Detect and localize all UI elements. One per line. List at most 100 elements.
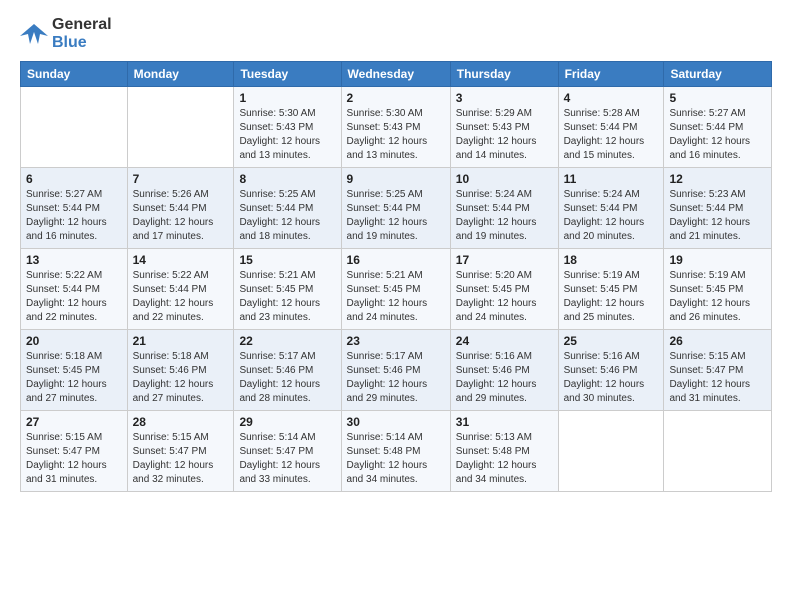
daylight-minutes: and 34 minutes. <box>456 474 527 485</box>
sunset-label: Sunset: 5:45 PM <box>456 284 530 295</box>
daylight-label: Daylight: 12 hours <box>26 217 107 228</box>
day-number: 8 <box>239 172 335 186</box>
calendar-cell: 31 Sunrise: 5:13 AM Sunset: 5:48 PM Dayl… <box>450 411 558 492</box>
calendar-cell: 4 Sunrise: 5:28 AM Sunset: 5:44 PM Dayli… <box>558 87 664 168</box>
calendar-cell: 8 Sunrise: 5:25 AM Sunset: 5:44 PM Dayli… <box>234 168 341 249</box>
sunset-label: Sunset: 5:44 PM <box>669 203 743 214</box>
day-info: Sunrise: 5:27 AM Sunset: 5:44 PM Dayligh… <box>26 188 122 244</box>
daylight-label: Daylight: 12 hours <box>669 298 750 309</box>
calendar-cell: 15 Sunrise: 5:21 AM Sunset: 5:45 PM Dayl… <box>234 249 341 330</box>
day-number: 22 <box>239 334 335 348</box>
daylight-label: Daylight: 12 hours <box>456 217 537 228</box>
sunset-label: Sunset: 5:45 PM <box>347 284 421 295</box>
daylight-minutes: and 31 minutes. <box>669 393 740 404</box>
day-info: Sunrise: 5:16 AM Sunset: 5:46 PM Dayligh… <box>564 350 659 406</box>
sunset-label: Sunset: 5:43 PM <box>456 122 530 133</box>
day-info: Sunrise: 5:15 AM Sunset: 5:47 PM Dayligh… <box>133 431 229 487</box>
daylight-minutes: and 31 minutes. <box>26 474 97 485</box>
sunrise-label: Sunrise: 5:20 AM <box>456 270 532 281</box>
sunset-label: Sunset: 5:47 PM <box>239 446 313 457</box>
sunset-label: Sunset: 5:44 PM <box>564 122 638 133</box>
calendar-cell: 29 Sunrise: 5:14 AM Sunset: 5:47 PM Dayl… <box>234 411 341 492</box>
calendar-cell: 30 Sunrise: 5:14 AM Sunset: 5:48 PM Dayl… <box>341 411 450 492</box>
calendar-table: SundayMondayTuesdayWednesdayThursdayFrid… <box>20 61 772 492</box>
logo-icon <box>20 22 48 46</box>
calendar-cell: 22 Sunrise: 5:17 AM Sunset: 5:46 PM Dayl… <box>234 330 341 411</box>
day-info: Sunrise: 5:19 AM Sunset: 5:45 PM Dayligh… <box>564 269 659 325</box>
sunset-label: Sunset: 5:43 PM <box>239 122 313 133</box>
sunrise-label: Sunrise: 5:17 AM <box>239 351 315 362</box>
day-number: 13 <box>26 253 122 267</box>
daylight-minutes: and 27 minutes. <box>26 393 97 404</box>
sunset-label: Sunset: 5:44 PM <box>564 203 638 214</box>
day-info: Sunrise: 5:17 AM Sunset: 5:46 PM Dayligh… <box>347 350 445 406</box>
sunset-label: Sunset: 5:48 PM <box>347 446 421 457</box>
calendar-week-row: 27 Sunrise: 5:15 AM Sunset: 5:47 PM Dayl… <box>21 411 772 492</box>
sunset-label: Sunset: 5:46 PM <box>133 365 207 376</box>
daylight-label: Daylight: 12 hours <box>26 379 107 390</box>
day-info: Sunrise: 5:18 AM Sunset: 5:45 PM Dayligh… <box>26 350 122 406</box>
calendar-cell: 23 Sunrise: 5:17 AM Sunset: 5:46 PM Dayl… <box>341 330 450 411</box>
calendar-cell: 3 Sunrise: 5:29 AM Sunset: 5:43 PM Dayli… <box>450 87 558 168</box>
daylight-label: Daylight: 12 hours <box>456 136 537 147</box>
calendar-cell: 20 Sunrise: 5:18 AM Sunset: 5:45 PM Dayl… <box>21 330 128 411</box>
sunrise-label: Sunrise: 5:24 AM <box>456 189 532 200</box>
daylight-label: Daylight: 12 hours <box>564 136 645 147</box>
day-info: Sunrise: 5:16 AM Sunset: 5:46 PM Dayligh… <box>456 350 553 406</box>
daylight-label: Daylight: 12 hours <box>669 217 750 228</box>
day-number: 30 <box>347 415 445 429</box>
daylight-minutes: and 13 minutes. <box>347 150 418 161</box>
day-info: Sunrise: 5:21 AM Sunset: 5:45 PM Dayligh… <box>239 269 335 325</box>
daylight-minutes: and 13 minutes. <box>239 150 310 161</box>
calendar-cell: 21 Sunrise: 5:18 AM Sunset: 5:46 PM Dayl… <box>127 330 234 411</box>
day-info: Sunrise: 5:14 AM Sunset: 5:47 PM Dayligh… <box>239 431 335 487</box>
daylight-minutes: and 28 minutes. <box>239 393 310 404</box>
sunrise-label: Sunrise: 5:26 AM <box>133 189 209 200</box>
sunset-label: Sunset: 5:44 PM <box>26 284 100 295</box>
daylight-label: Daylight: 12 hours <box>239 217 320 228</box>
calendar-cell: 10 Sunrise: 5:24 AM Sunset: 5:44 PM Dayl… <box>450 168 558 249</box>
sunrise-label: Sunrise: 5:15 AM <box>669 351 745 362</box>
daylight-minutes: and 16 minutes. <box>26 231 97 242</box>
day-number: 4 <box>564 91 659 105</box>
day-info: Sunrise: 5:15 AM Sunset: 5:47 PM Dayligh… <box>26 431 122 487</box>
daylight-minutes: and 32 minutes. <box>133 474 204 485</box>
day-number: 27 <box>26 415 122 429</box>
sunset-label: Sunset: 5:44 PM <box>133 203 207 214</box>
day-number: 12 <box>669 172 766 186</box>
day-number: 26 <box>669 334 766 348</box>
sunrise-label: Sunrise: 5:14 AM <box>347 432 423 443</box>
sunrise-label: Sunrise: 5:23 AM <box>669 189 745 200</box>
sunrise-label: Sunrise: 5:18 AM <box>133 351 209 362</box>
day-number: 25 <box>564 334 659 348</box>
day-info: Sunrise: 5:28 AM Sunset: 5:44 PM Dayligh… <box>564 107 659 163</box>
calendar-cell: 26 Sunrise: 5:15 AM Sunset: 5:47 PM Dayl… <box>664 330 772 411</box>
daylight-label: Daylight: 12 hours <box>239 298 320 309</box>
daylight-minutes: and 22 minutes. <box>133 312 204 323</box>
sunrise-label: Sunrise: 5:15 AM <box>133 432 209 443</box>
day-info: Sunrise: 5:25 AM Sunset: 5:44 PM Dayligh… <box>347 188 445 244</box>
day-number: 2 <box>347 91 445 105</box>
sunset-label: Sunset: 5:44 PM <box>239 203 313 214</box>
day-number: 17 <box>456 253 553 267</box>
calendar-cell <box>21 87 128 168</box>
sunrise-label: Sunrise: 5:30 AM <box>239 108 315 119</box>
weekday-header-sunday: Sunday <box>21 62 128 87</box>
sunset-label: Sunset: 5:45 PM <box>26 365 100 376</box>
calendar-cell <box>558 411 664 492</box>
day-info: Sunrise: 5:23 AM Sunset: 5:44 PM Dayligh… <box>669 188 766 244</box>
daylight-minutes: and 33 minutes. <box>239 474 310 485</box>
sunrise-label: Sunrise: 5:16 AM <box>456 351 532 362</box>
sunrise-label: Sunrise: 5:22 AM <box>26 270 102 281</box>
daylight-minutes: and 29 minutes. <box>347 393 418 404</box>
daylight-label: Daylight: 12 hours <box>347 460 428 471</box>
day-number: 6 <box>26 172 122 186</box>
sunrise-label: Sunrise: 5:22 AM <box>133 270 209 281</box>
calendar-cell: 11 Sunrise: 5:24 AM Sunset: 5:44 PM Dayl… <box>558 168 664 249</box>
calendar-week-row: 13 Sunrise: 5:22 AM Sunset: 5:44 PM Dayl… <box>21 249 772 330</box>
calendar-cell: 5 Sunrise: 5:27 AM Sunset: 5:44 PM Dayli… <box>664 87 772 168</box>
calendar-cell: 13 Sunrise: 5:22 AM Sunset: 5:44 PM Dayl… <box>21 249 128 330</box>
sunrise-label: Sunrise: 5:21 AM <box>239 270 315 281</box>
daylight-label: Daylight: 12 hours <box>564 217 645 228</box>
daylight-minutes: and 23 minutes. <box>239 312 310 323</box>
